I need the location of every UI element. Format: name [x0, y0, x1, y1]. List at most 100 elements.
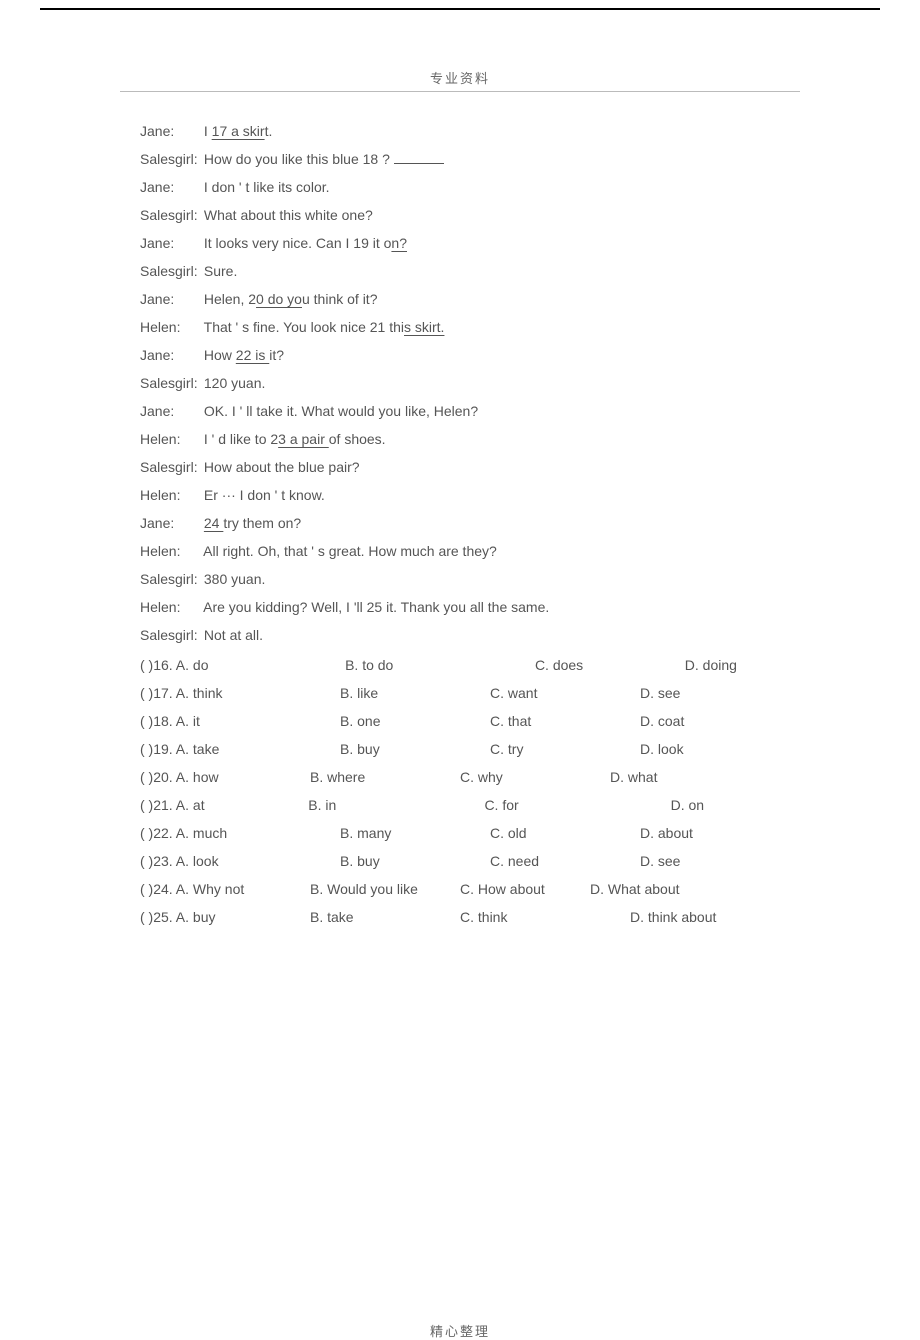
option-d: D. coat: [640, 707, 770, 735]
question-number: ( )21. A. at: [140, 791, 308, 819]
dialogue-line: Jane: I don ' t like its color.: [140, 173, 780, 201]
option-d: D. look: [640, 735, 770, 763]
question-number: ( )19. A. take: [140, 735, 340, 763]
option-d: D. doing: [645, 651, 780, 679]
dialogue-line: Jane: OK. I ' ll take it. What would you…: [140, 397, 780, 425]
blank-underline: 22 is: [236, 347, 269, 363]
option-d: D. what: [610, 763, 740, 791]
dialogue-line: Jane: 24 try them on?: [140, 509, 780, 537]
option-d: D. think about: [610, 903, 760, 931]
option-d: D. see: [640, 847, 770, 875]
option-d: D. on: [611, 791, 780, 819]
question-row: ( )24. A. Why notB. Would you likeC. How…: [140, 875, 780, 903]
dialogue-line: Helen: Er ··· I don ' t know.: [140, 481, 780, 509]
option-c: C. that: [490, 707, 640, 735]
option-b: B. buy: [340, 847, 490, 875]
speaker: Salesgirl:: [140, 621, 200, 649]
option-c: C. think: [460, 903, 610, 931]
question-row: ( )18. A. itB. oneC. thatD. coat: [140, 707, 780, 735]
blank-underline: s skirt.: [404, 319, 444, 335]
speaker: Salesgirl:: [140, 145, 200, 173]
question-row: ( )23. A. lookB. buyC. needD. see: [140, 847, 780, 875]
dialogue-section: Jane: I 17 a skirt.Salesgirl: How do you…: [140, 117, 780, 649]
option-d: D. What about: [570, 875, 720, 903]
option-c: C. try: [490, 735, 640, 763]
dialogue-line: Jane: Helen, 20 do you think of it?: [140, 285, 780, 313]
option-b: B. like: [340, 679, 490, 707]
dialogue-line: Helen: Are you kidding? Well, I 'll 25 i…: [140, 593, 780, 621]
question-row: ( )19. A. takeB. buyC. tryD. look: [140, 735, 780, 763]
dialogue-line: Salesgirl: What about this white one?: [140, 201, 780, 229]
dialogue-line: Helen: I ' d like to 23 a pair of shoes.: [140, 425, 780, 453]
speaker: Helen:: [140, 593, 200, 621]
blank-underline: 0 do yo: [256, 291, 302, 307]
question-number: ( )17. A. think: [140, 679, 340, 707]
option-c: C. why: [460, 763, 610, 791]
blank-underline: 24: [204, 515, 223, 531]
question-row: ( )21. A. atB. inC. forD. on: [140, 791, 780, 819]
dialogue-line: Jane: I 17 a skirt.: [140, 117, 780, 145]
blank-underline: n?: [391, 235, 407, 251]
blank-underline: 17 a skir: [212, 123, 265, 139]
blank-underline: 3 a pair: [278, 431, 329, 447]
option-c: C. does: [455, 651, 645, 679]
speaker: Jane:: [140, 285, 200, 313]
dialogue-line: Salesgirl: 120 yuan.: [140, 369, 780, 397]
option-c: C. old: [490, 819, 640, 847]
option-b: B. buy: [340, 735, 490, 763]
option-c: C. need: [490, 847, 640, 875]
option-c: C. for: [434, 791, 610, 819]
speaker: Jane:: [140, 229, 200, 257]
question-number: ( )22. A. much: [140, 819, 340, 847]
option-b: B. many: [340, 819, 490, 847]
footer-label: 精心整理: [0, 1321, 920, 1340]
header-divider: [120, 91, 800, 92]
top-rule: [40, 8, 880, 10]
speaker: Helen:: [140, 313, 200, 341]
option-b: B. one: [340, 707, 490, 735]
blank-underline: [394, 150, 444, 164]
speaker: Jane:: [140, 173, 200, 201]
option-b: B. Would you like: [310, 875, 460, 903]
speaker: Helen:: [140, 425, 200, 453]
speaker: Jane:: [140, 341, 200, 369]
speaker: Salesgirl:: [140, 201, 200, 229]
option-c: C. want: [490, 679, 640, 707]
question-number: ( )18. A. it: [140, 707, 340, 735]
document-body: Jane: I 17 a skirt.Salesgirl: How do you…: [140, 117, 780, 931]
dialogue-line: Salesgirl: Not at all.: [140, 621, 780, 649]
option-b: B. in: [308, 791, 434, 819]
dialogue-line: Helen: That ' s fine. You look nice 21 t…: [140, 313, 780, 341]
option-b: B. where: [310, 763, 460, 791]
question-number: ( )23. A. look: [140, 847, 340, 875]
speaker: Jane:: [140, 117, 200, 145]
dialogue-line: Jane: It looks very nice. Can I 19 it on…: [140, 229, 780, 257]
speaker: Helen:: [140, 481, 200, 509]
speaker: Salesgirl:: [140, 257, 200, 285]
option-d: D. see: [640, 679, 770, 707]
speaker: Jane:: [140, 509, 200, 537]
question-row: ( )17. A. thinkB. likeC. wantD. see: [140, 679, 780, 707]
dialogue-line: Salesgirl: 380 yuan.: [140, 565, 780, 593]
question-number: ( )24. A. Why not: [140, 875, 310, 903]
question-number: ( )25. A. buy: [140, 903, 310, 931]
question-row: ( )16. A. doB. to doC. doesD. doing: [140, 651, 780, 679]
choices-section: ( )16. A. doB. to doC. doesD. doing( )17…: [140, 651, 780, 931]
option-c: C. How about: [460, 875, 570, 903]
dialogue-line: Salesgirl: How do you like this blue 18 …: [140, 145, 780, 173]
dialogue-line: Salesgirl: How about the blue pair?: [140, 453, 780, 481]
speaker: Helen:: [140, 537, 200, 565]
header-label: 专业资料: [0, 68, 920, 87]
speaker: Salesgirl:: [140, 565, 200, 593]
speaker: Salesgirl:: [140, 453, 200, 481]
question-number: ( )20. A. how: [140, 763, 310, 791]
speaker: Jane:: [140, 397, 200, 425]
question-row: ( )20. A. howB. whereC. whyD. what: [140, 763, 780, 791]
speaker: Salesgirl:: [140, 369, 200, 397]
dialogue-line: Helen: All right. Oh, that ' s great. Ho…: [140, 537, 780, 565]
question-number: ( )16. A. do: [140, 651, 345, 679]
question-row: ( )22. A. muchB. manyC. oldD. about: [140, 819, 780, 847]
option-b: B. to do: [345, 651, 455, 679]
dialogue-line: Jane: How 22 is it?: [140, 341, 780, 369]
option-d: D. about: [640, 819, 770, 847]
